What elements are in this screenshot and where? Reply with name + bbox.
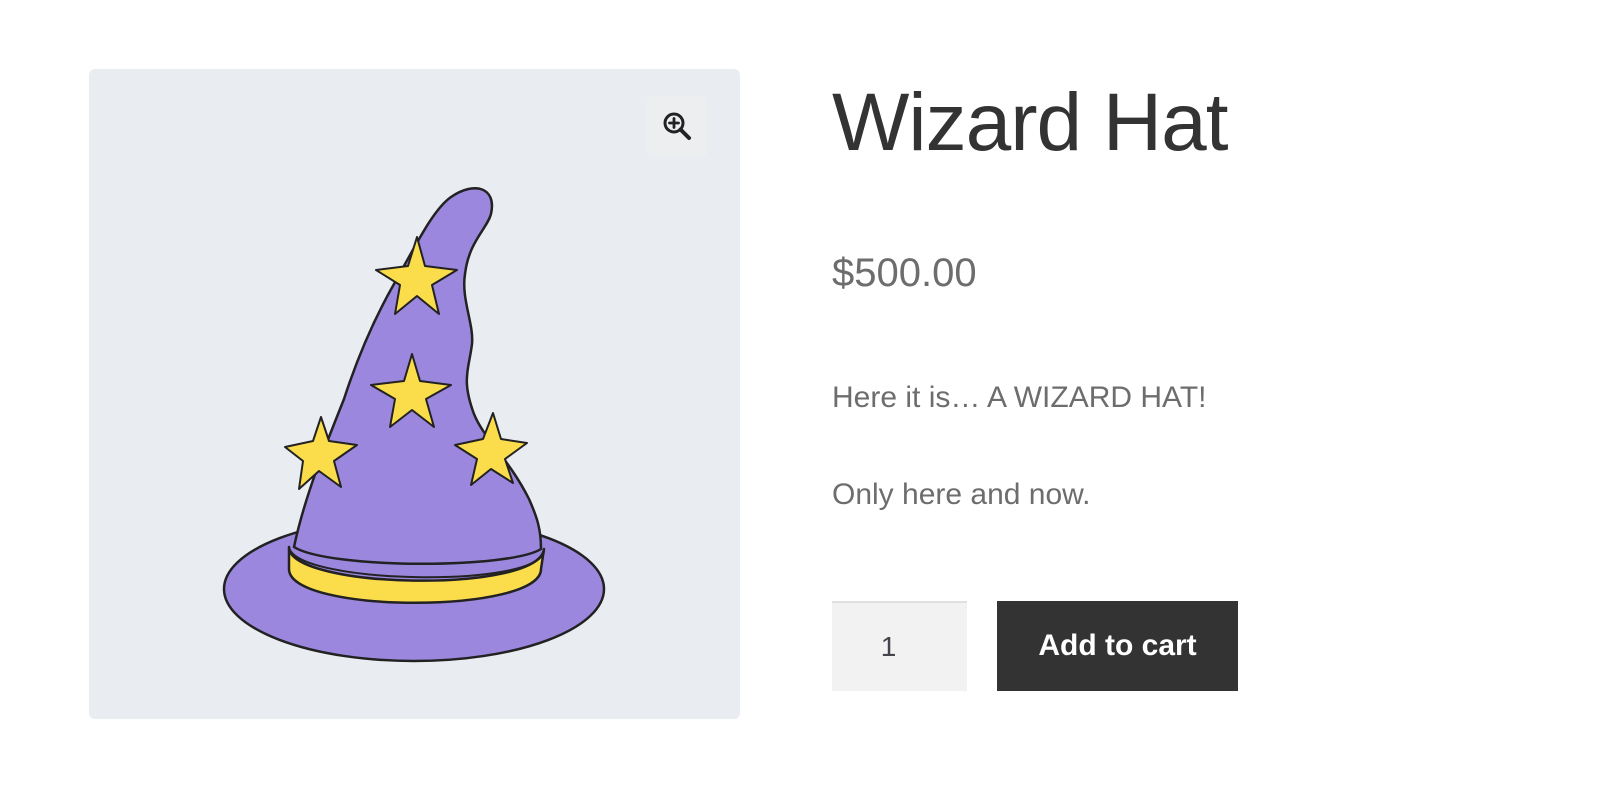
product-description-line: Only here and now. <box>832 478 1091 511</box>
product-image[interactable] <box>89 69 740 719</box>
product-title: Wizard Hat <box>832 77 1229 168</box>
zoom-button[interactable] <box>647 96 707 156</box>
product-page: Wizard Hat $500.00 Here it is… A WIZARD … <box>0 0 1600 791</box>
add-to-cart-button[interactable]: Add to cart <box>997 601 1238 691</box>
product-gallery <box>89 69 740 719</box>
product-price: $500.00 <box>832 251 977 295</box>
zoom-in-icon <box>663 112 691 140</box>
product-description-line: Here it is… A WIZARD HAT! <box>832 381 1207 414</box>
quantity-input[interactable] <box>832 601 967 691</box>
